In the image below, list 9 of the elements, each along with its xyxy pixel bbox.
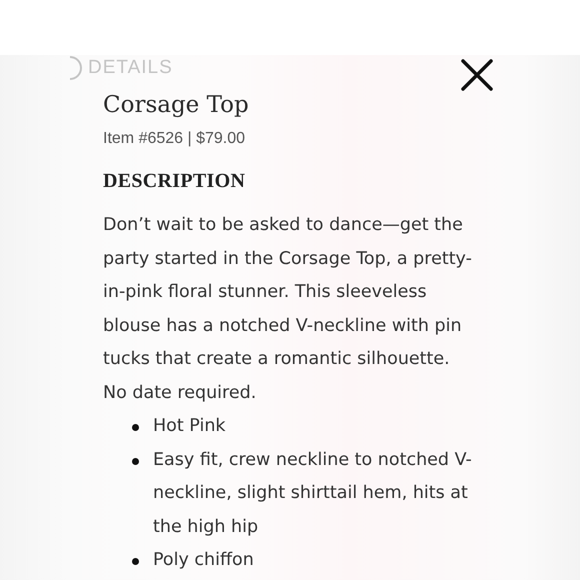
feature-item: Easy fit, crew neckline to notched V-neckline, slight shirttail hem, hits at the high hip	[153, 448, 473, 538]
item-number-price: Item #6526 | $79.00	[103, 130, 246, 148]
feature-item: Hot Pink	[153, 415, 227, 438]
product-title: Corsage Top	[103, 92, 250, 118]
close-button[interactable]	[460, 58, 494, 92]
details-heading: DETAILS	[88, 57, 173, 79]
section-heading: DESCRIPTION	[103, 170, 246, 193]
description-text: Don’t wait to be asked to dance—get the party started in the Corsage Top, a pretty-in-pink floral stunner. This sleeveless blouse has a notched V-neckline with pin tucks that create a romantic silhouette. No date required.	[103, 214, 473, 404]
feature-item: Poly chiffon	[153, 549, 255, 572]
